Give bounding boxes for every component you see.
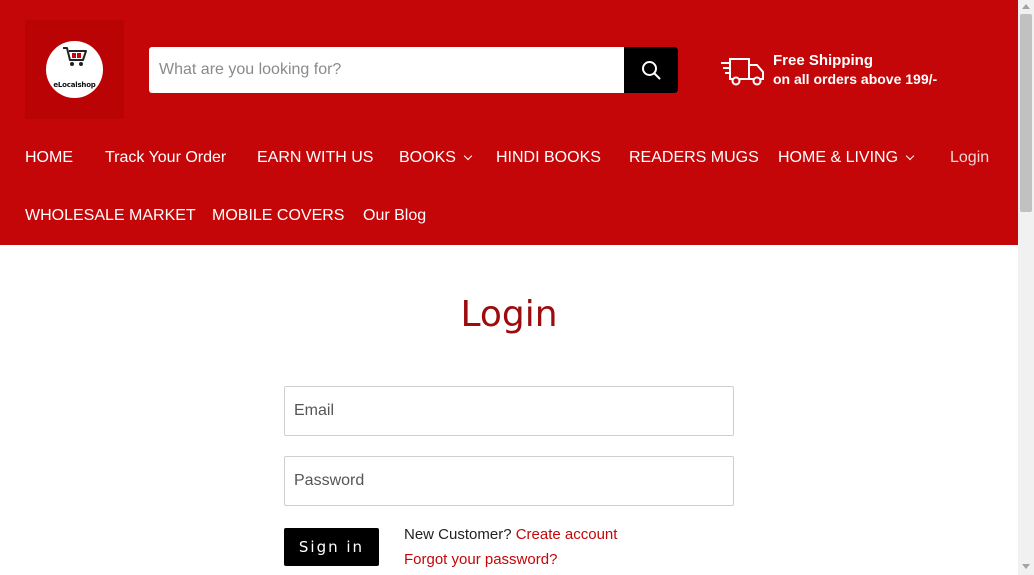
logo-text: eLocalshop (53, 81, 96, 89)
nav-item-readers-mugs[interactable]: READERS MUGS (629, 149, 759, 167)
nav-label: READERS MUGS (629, 149, 759, 166)
new-customer-row: New Customer? Create account (404, 526, 617, 543)
free-shipping-banner: Free Shipping on all orders above 199/- (721, 52, 981, 92)
shipping-subtitle: on all orders above 199/- (773, 71, 938, 87)
search-button[interactable] (624, 47, 678, 93)
nav-item-home-living[interactable]: HOME & LIVING (778, 149, 915, 167)
nav-label: EARN WITH US (257, 149, 374, 166)
site-header: eLocalshop Free Shipping on all orders a… (0, 0, 1018, 245)
logo[interactable]: eLocalshop (25, 20, 124, 119)
truck-icon (721, 58, 764, 86)
scroll-thumb[interactable] (1020, 14, 1032, 212)
password-input[interactable] (285, 457, 733, 505)
shipping-title: Free Shipping (773, 52, 874, 69)
page-title: Login (460, 294, 558, 335)
search-bar (149, 47, 678, 93)
chevron-down-icon (905, 151, 915, 161)
nav-item-home[interactable]: HOME (25, 149, 73, 167)
password-field (284, 456, 734, 506)
sign-in-button[interactable]: Sign in (284, 528, 379, 566)
nav-label: HINDI BOOKS (496, 149, 601, 166)
nav-item-wholesale[interactable]: WHOLESALE MARKET (25, 207, 196, 225)
nav-label: HOME (25, 149, 73, 166)
vertical-scrollbar[interactable] (1018, 0, 1034, 575)
nav-item-books[interactable]: BOOKS (399, 149, 473, 167)
create-account-link[interactable]: Create account (516, 526, 618, 543)
nav-item-hindi-books[interactable]: HINDI BOOKS (496, 149, 601, 167)
nav-label: WHOLESALE MARKET (25, 207, 196, 224)
email-field (284, 386, 734, 436)
forgot-password-link[interactable]: Forgot your password? (404, 551, 557, 568)
scroll-up-arrow-icon[interactable] (1022, 4, 1030, 9)
chevron-down-icon (463, 151, 473, 161)
search-input[interactable] (149, 47, 624, 93)
nav-item-login[interactable]: Login (950, 149, 989, 167)
new-customer-label: New Customer? (404, 526, 512, 543)
scroll-down-arrow-icon[interactable] (1022, 564, 1030, 569)
nav-label: Track Your Order (105, 149, 227, 166)
search-icon (642, 61, 661, 80)
nav-item-earn[interactable]: EARN WITH US (257, 149, 373, 167)
nav-label: BOOKS (399, 149, 456, 166)
nav-item-mobile-covers[interactable]: MOBILE COVERS (212, 207, 344, 225)
nav-item-track-order[interactable]: Track Your Order (105, 149, 226, 167)
logo-badge: eLocalshop (46, 41, 103, 98)
nav-label: Login (950, 149, 990, 166)
nav-item-blog[interactable]: Our Blog (363, 207, 426, 225)
nav-label: Our Blog (363, 207, 427, 224)
nav-label: MOBILE COVERS (212, 207, 345, 224)
nav-label: HOME & LIVING (778, 149, 899, 166)
cart-icon (63, 47, 87, 66)
email-input[interactable] (285, 387, 733, 435)
